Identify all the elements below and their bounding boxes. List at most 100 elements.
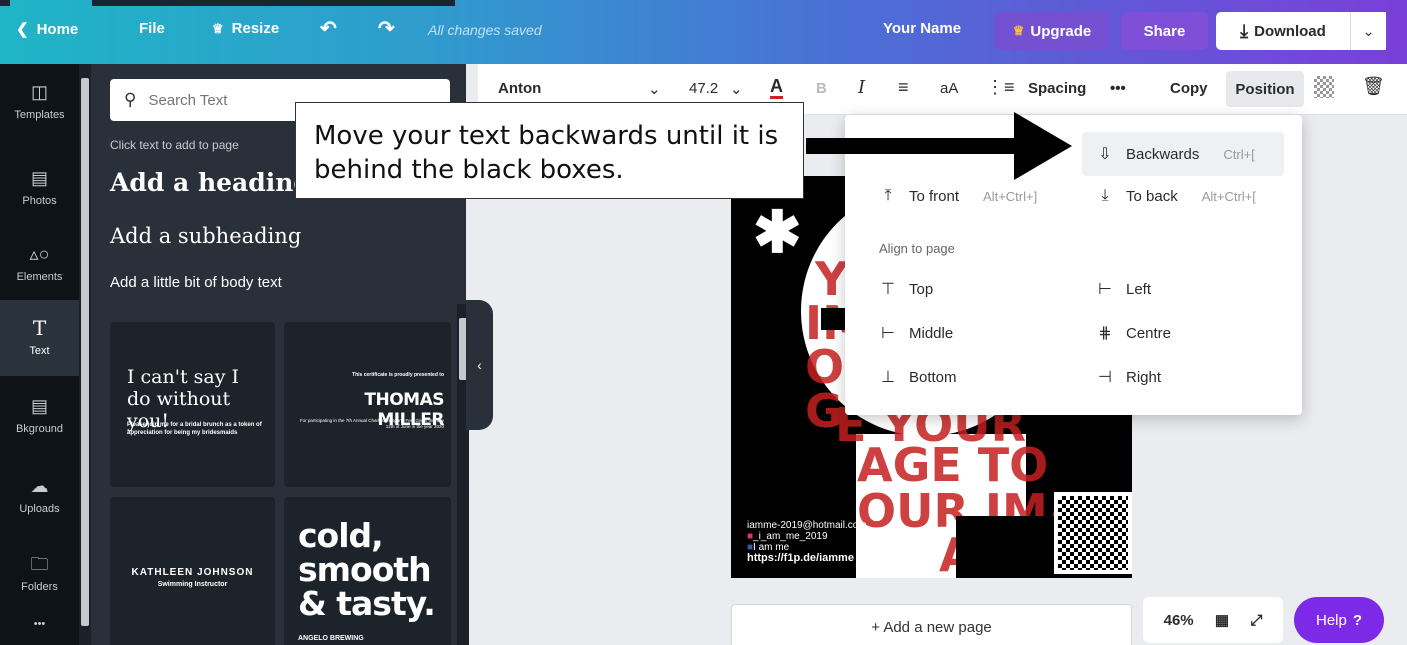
font-select[interactable]: Anton xyxy=(498,80,541,97)
help-button[interactable]: Help ? xyxy=(1294,597,1384,643)
trash-icon[interactable]: 🗑 xyxy=(1362,76,1385,97)
url-text: https://f1p.de/iamme xyxy=(747,552,854,564)
grid-view-icon[interactable]: ▦ xyxy=(1215,611,1229,629)
chevron-left-icon: ❮ xyxy=(16,21,29,38)
add-subheading[interactable]: Add a subheading xyxy=(110,224,301,248)
search-icon: ⚲ xyxy=(124,90,137,109)
home-button[interactable]: ❮ Home xyxy=(16,20,78,39)
help-question-mark: ? xyxy=(1352,611,1363,629)
editor: ❮ Home File ♕ Resize ↶ ↷ All changes sav… xyxy=(0,0,1407,645)
add-body-text[interactable]: Add a little bit of body text xyxy=(110,274,282,291)
rail-item-photos[interactable]: ▤ Photos xyxy=(0,150,79,226)
backwards-icon: ⇩ xyxy=(1098,146,1112,163)
menu-item-bottom[interactable]: ⊥ Bottom xyxy=(877,367,957,387)
resize-button[interactable]: ♕ Resize xyxy=(212,20,279,37)
card-body: Please join me for a bridal brunch as a … xyxy=(127,422,262,436)
contact-block: iamme-2019@hotmail.com ■_i_am_me_2019 ■I… xyxy=(747,520,867,564)
more-icon[interactable]: ••• xyxy=(0,609,79,639)
menu-item-centre[interactable]: ⋕ Centre xyxy=(1094,323,1171,343)
your-name[interactable]: Your Name xyxy=(883,20,961,37)
rail-item-text[interactable]: T Text xyxy=(0,300,79,376)
italic-button[interactable]: I xyxy=(858,77,865,98)
instruction-text: Move your text backwards until it is beh… xyxy=(314,121,779,185)
rail-item-elements[interactable]: ▵○ Elements xyxy=(0,226,79,302)
qr-pattern xyxy=(1058,496,1128,570)
font-size-input[interactable]: 47.2 xyxy=(689,80,718,97)
align-top-icon: ⊤ xyxy=(881,281,895,298)
tab-strip xyxy=(0,0,10,6)
zoom-level[interactable]: 46% xyxy=(1164,612,1194,629)
align-centre-icon: ⋕ xyxy=(1098,325,1112,342)
file-menu[interactable]: File xyxy=(139,20,165,37)
card-body: Swimming Instructor xyxy=(157,581,228,588)
menu-item-to-front[interactable]: ⤒ To front Alt+Ctrl+] xyxy=(877,187,1037,205)
chevron-down-icon[interactable]: ⌄ xyxy=(730,80,743,98)
position-button[interactable]: Position xyxy=(1226,71,1304,107)
upgrade-button[interactable]: ♕ Upgrade xyxy=(994,12,1110,50)
rail-scrollbar[interactable] xyxy=(79,64,91,645)
copy-button[interactable]: Copy xyxy=(1170,80,1208,97)
fullscreen-icon[interactable]: ⤢ xyxy=(1250,612,1262,629)
text-color-icon[interactable]: A xyxy=(770,76,783,99)
arrow-shape xyxy=(806,112,1072,180)
more-button[interactable]: ••• xyxy=(1110,80,1126,97)
bold-button[interactable]: B xyxy=(816,80,827,97)
collapse-panel-button[interactable]: ‹ xyxy=(466,300,493,430)
download-button[interactable]: ⤓ Download xyxy=(1216,12,1350,50)
menu-item-to-back[interactable]: ⤓ To back Alt+Ctrl+[ xyxy=(1094,187,1255,205)
add-page-button[interactable]: + Add a new page xyxy=(731,604,1132,645)
rail-item-uploads[interactable]: ☁ Uploads xyxy=(0,458,79,534)
chevron-down-icon[interactable]: ⌄ xyxy=(1350,12,1386,50)
chevron-left-icon: ‹ xyxy=(477,357,482,373)
case-button[interactable]: aA xyxy=(940,80,958,97)
photos-icon: ▤ xyxy=(30,168,48,188)
top-bar: ❮ Home File ♕ Resize ↶ ↷ All changes sav… xyxy=(0,0,1407,64)
menu-item-left[interactable]: ⊢ Left xyxy=(1094,279,1151,299)
qr-code xyxy=(1054,492,1132,574)
download-icon: ⤓ xyxy=(1240,20,1249,41)
template-card[interactable]: KATHLEEN JOHNSON Swimming Instructor xyxy=(110,497,275,645)
crown-icon: ♕ xyxy=(212,20,224,36)
redo-icon[interactable]: ↷ xyxy=(378,16,395,41)
add-heading[interactable]: Add a heading xyxy=(110,168,311,197)
templates-icon: ◫ xyxy=(30,82,48,102)
text-icon: T xyxy=(32,316,47,340)
card-headline: cold, smooth & tasty. xyxy=(298,516,436,623)
align-bottom-icon: ⊥ xyxy=(881,369,895,386)
crown-icon: ♕ xyxy=(1012,23,1025,38)
black-box xyxy=(956,516,1066,578)
asterisk-shape: ✱ xyxy=(753,200,802,265)
align-icon[interactable]: ≡ xyxy=(898,77,909,98)
background-icon: ▤ xyxy=(30,396,48,416)
rail-item-folders[interactable]: 🗀 Folders xyxy=(0,536,79,612)
rail-item-background[interactable]: ▤ Bkground xyxy=(0,378,79,454)
menu-item-backwards[interactable]: ⇩ Backwards Ctrl+[ xyxy=(1082,132,1284,176)
menu-item-top[interactable]: ⊤ Top xyxy=(877,279,933,299)
align-middle-icon: ⊢ xyxy=(881,325,895,342)
folders-icon: 🗀 xyxy=(30,554,49,574)
menu-item-middle[interactable]: ⊢ Middle xyxy=(877,323,953,343)
rail-item-templates[interactable]: ◫ Templates xyxy=(0,64,79,140)
chevron-down-icon[interactable]: ⌄ xyxy=(648,80,661,98)
card-headline: KATHLEEN JOHNSON xyxy=(131,567,254,578)
template-card[interactable]: cold, smooth & tasty. ANGELO BREWING xyxy=(284,497,451,645)
card-eyebrow: This certificate is proudly presented to xyxy=(352,372,444,378)
undo-icon[interactable]: ↶ xyxy=(320,16,337,41)
instagram-row: ■_i_am_me_2019 xyxy=(747,531,828,542)
share-button[interactable]: Share xyxy=(1121,12,1208,50)
spacing-button[interactable]: Spacing xyxy=(1028,80,1086,97)
panel-hint: Click text to add to page xyxy=(110,138,239,152)
uploads-icon: ☁ xyxy=(30,476,49,496)
instruction-callout: Move your text backwards until it is beh… xyxy=(295,102,804,199)
align-left-icon: ⊢ xyxy=(1098,281,1112,298)
menu-item-right[interactable]: ⊣ Right xyxy=(1094,367,1161,387)
save-status: All changes saved xyxy=(428,22,542,38)
list-icon[interactable]: ⋮≡ xyxy=(986,77,1015,98)
align-right-icon: ⊣ xyxy=(1098,369,1112,386)
elements-icon: ▵○ xyxy=(29,244,50,264)
template-card[interactable]: I can't say I do without you! Please joi… xyxy=(110,322,275,487)
scroll-thumb[interactable] xyxy=(81,78,89,626)
transparency-icon[interactable] xyxy=(1314,76,1334,98)
template-card[interactable]: This certificate is proudly presented to… xyxy=(284,322,451,487)
zoom-controls: 46% ▦ ⤢ xyxy=(1143,597,1283,643)
